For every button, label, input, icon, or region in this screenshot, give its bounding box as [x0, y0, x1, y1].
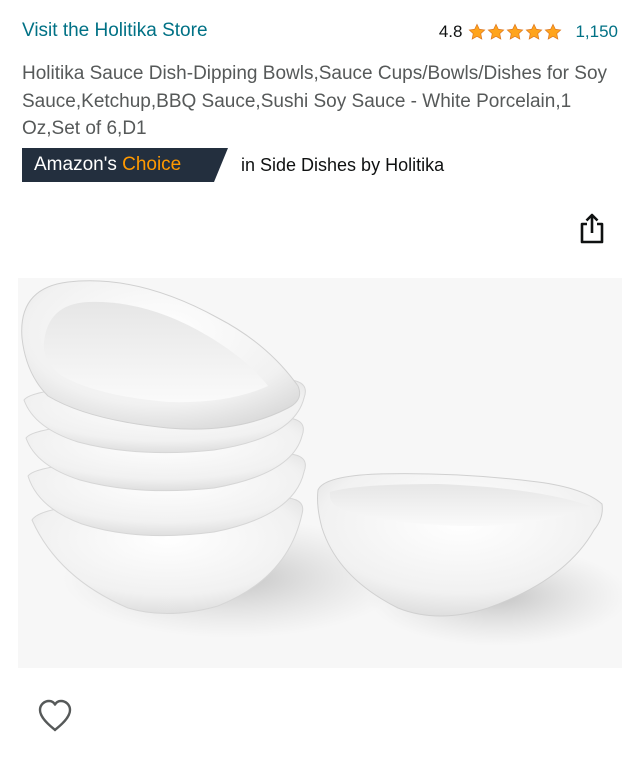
- star-icon: [468, 23, 486, 40]
- store-link[interactable]: Visit the Holitika Store: [22, 20, 208, 42]
- rating-value: 4.8: [438, 22, 463, 41]
- rating[interactable]: 4.8 1,150: [439, 22, 618, 42]
- share-icon: [580, 213, 604, 244]
- product-image[interactable]: [18, 278, 622, 668]
- star-icon: [487, 23, 505, 40]
- header-row: Visit the Holitika Store 4.8 1,150: [22, 18, 618, 46]
- amazons-choice-badge[interactable]: Amazon's Choice: [22, 148, 228, 182]
- product-photo: [18, 278, 622, 668]
- share-button[interactable]: [576, 210, 608, 246]
- badge-choice-text: Choice: [122, 154, 182, 175]
- heart-icon: [38, 699, 72, 732]
- star-icon: [544, 23, 562, 40]
- star-rating: [468, 23, 563, 41]
- star-icon: [525, 23, 543, 40]
- amazons-choice-row: Amazon's Choice in Side Dishes by Holiti…: [22, 148, 444, 182]
- wishlist-button[interactable]: [36, 698, 74, 734]
- product-title: Holitika Sauce Dish-Dipping Bowls,Sauce …: [22, 63, 608, 139]
- badge-description[interactable]: in Side Dishes by Holitika: [241, 155, 444, 176]
- star-icon: [506, 23, 524, 40]
- review-count-link[interactable]: 1,150: [575, 22, 618, 42]
- badge-brand-text: Amazon's: [34, 154, 123, 175]
